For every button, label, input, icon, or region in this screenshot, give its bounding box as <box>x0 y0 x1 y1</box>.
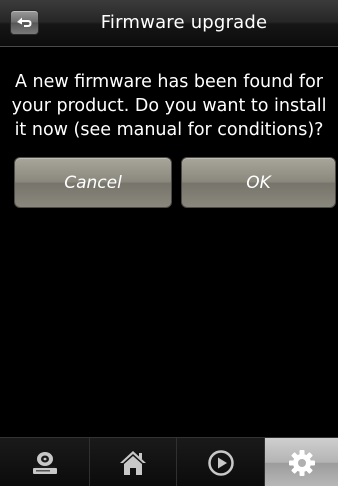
header-bar: Firmware upgrade <box>0 0 338 47</box>
ok-button[interactable]: OK <box>181 157 336 208</box>
nav-item-play[interactable] <box>176 438 264 486</box>
cancel-button[interactable]: Cancel <box>14 157 172 208</box>
back-button[interactable] <box>10 10 39 35</box>
back-arrow-icon <box>17 17 32 27</box>
nav-item-home[interactable] <box>89 438 176 486</box>
bottom-nav <box>0 437 338 486</box>
page-title: Firmware upgrade <box>100 12 268 33</box>
dialog-message: A new firmware has been found for your p… <box>11 72 327 140</box>
nav-item-settings[interactable] <box>264 438 338 486</box>
nav-item-media[interactable] <box>0 438 89 486</box>
home-icon <box>120 450 146 475</box>
media-device-icon <box>32 451 57 474</box>
play-icon <box>207 449 234 476</box>
firmware-upgrade-screen: Firmware upgrade A new firmware has been… <box>0 0 338 486</box>
gear-icon <box>288 449 315 476</box>
